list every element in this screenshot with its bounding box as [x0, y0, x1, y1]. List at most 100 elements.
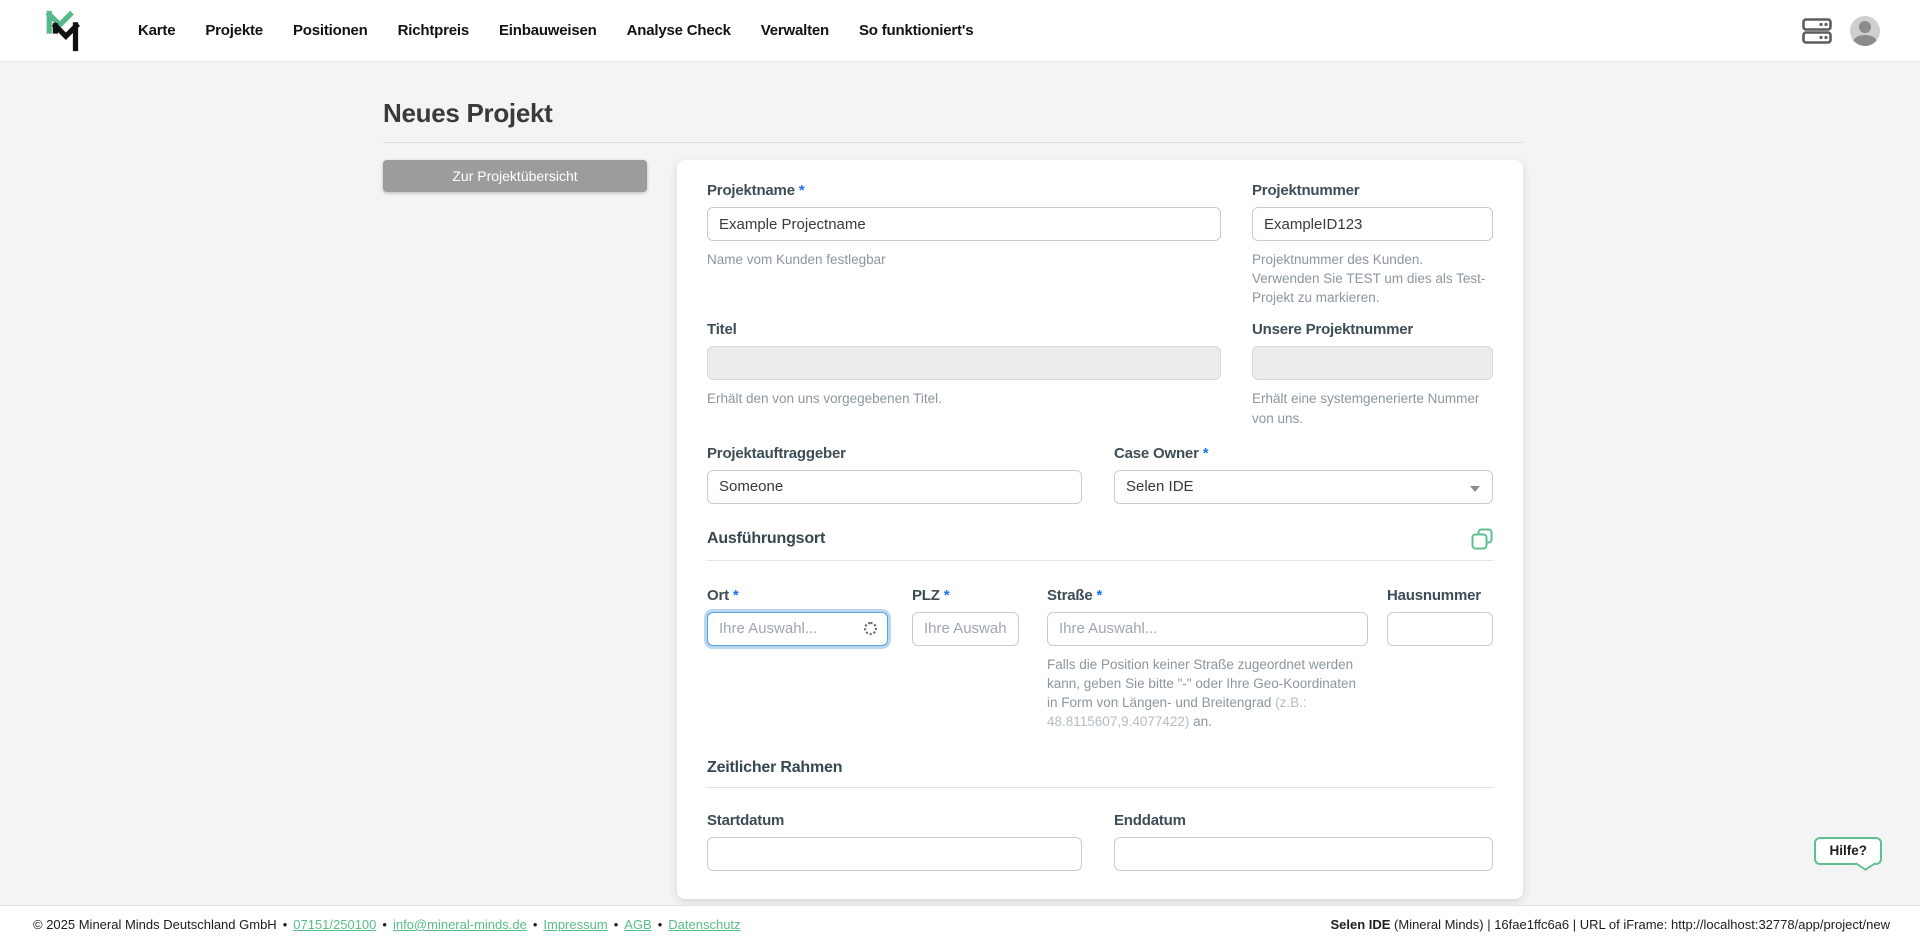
- form-row-auftraggeber-owner: Projektauftraggeber Case Owner* Selen ID…: [707, 445, 1493, 504]
- nav-item-karte[interactable]: Karte: [138, 22, 175, 39]
- required-asterisk: *: [1203, 445, 1209, 462]
- startdatum-input[interactable]: [707, 837, 1082, 871]
- title-divider: [383, 142, 1523, 143]
- form-row-address: Ort* PLZ* Straße* Falls die Position kei…: [707, 587, 1493, 732]
- datenschutz-link[interactable]: Datenschutz: [668, 917, 740, 932]
- projektnummer-label: Projektnummer: [1252, 182, 1493, 200]
- required-asterisk: *: [799, 182, 805, 199]
- form-row-dates: Startdatum Enddatum: [707, 812, 1493, 871]
- new-project-form-card: Projektname* Name vom Kunden festlegbar …: [677, 160, 1523, 899]
- footer-separator: •: [382, 917, 387, 932]
- field-plz: PLZ*: [912, 587, 1019, 646]
- session-user: Selen IDE: [1330, 917, 1390, 932]
- topbar-right: [1802, 16, 1880, 46]
- case-owner-selected-value: Selen IDE: [1126, 478, 1194, 495]
- titel-input: [707, 346, 1221, 380]
- mineral-minds-logo[interactable]: [44, 7, 86, 55]
- nav-item-so-funktionierts[interactable]: So funktioniert's: [859, 22, 973, 39]
- footer-separator: •: [614, 917, 619, 932]
- footer-separator: •: [658, 917, 663, 932]
- field-projektname: Projektname* Name vom Kunden festlegbar: [707, 182, 1221, 269]
- chevron-down-icon: [1470, 486, 1480, 492]
- projektauftraggeber-label: Projektauftraggeber: [707, 445, 1082, 463]
- main-content: Neues Projekt Zur Projektübersicht Proje…: [383, 61, 1523, 942]
- footer: © 2025 Mineral Minds Deutschland GmbH • …: [0, 905, 1920, 943]
- email-link[interactable]: info@mineral-minds.de: [393, 917, 527, 932]
- ort-label: Ort*: [707, 587, 888, 605]
- avatar-shoulders: [1853, 35, 1877, 46]
- nav-item-positionen[interactable]: Positionen: [293, 22, 368, 39]
- field-unsere-projektnummer: Unsere Projektnummer Erhält eine systemg…: [1252, 321, 1493, 427]
- plz-label-text: PLZ: [912, 587, 940, 604]
- strasse-input[interactable]: [1047, 612, 1368, 646]
- field-ort: Ort*: [707, 587, 888, 646]
- unsere-projektnummer-hint: Erhält eine systemgenerierte Nummer von …: [1252, 389, 1493, 427]
- field-projektnummer: Projektnummer Projektnummer des Kunden. …: [1252, 182, 1493, 307]
- session-details: (Mineral Minds) | 16fae1ffc6a6 | URL of …: [1390, 917, 1890, 932]
- user-avatar-icon[interactable]: [1850, 16, 1880, 46]
- loading-spinner-icon: [864, 622, 877, 635]
- strasse-hint-end: an.: [1189, 714, 1212, 729]
- top-navigation-bar: Karte Projekte Positionen Richtpreis Ein…: [0, 0, 1920, 61]
- nav-item-analyse-check[interactable]: Analyse Check: [627, 22, 731, 39]
- required-asterisk: *: [944, 587, 950, 604]
- left-column: Zur Projektübersicht: [383, 160, 647, 192]
- strasse-hint-text: Falls die Position keiner Straße zugeord…: [1047, 657, 1356, 710]
- help-button[interactable]: Hilfe?: [1814, 837, 1882, 865]
- footer-session-info: Selen IDE (Mineral Minds) | 16fae1ffc6a6…: [1330, 917, 1890, 932]
- required-asterisk: *: [733, 587, 739, 604]
- hausnummer-label: Hausnummer: [1387, 587, 1493, 605]
- copy-icon[interactable]: [1471, 528, 1493, 550]
- footer-separator: •: [283, 917, 288, 932]
- titel-label: Titel: [707, 321, 1221, 339]
- projektname-input[interactable]: [707, 207, 1221, 241]
- projektname-hint: Name vom Kunden festlegbar: [707, 250, 1221, 269]
- case-owner-select[interactable]: Selen IDE: [1114, 470, 1493, 504]
- field-hausnummer: Hausnummer: [1387, 587, 1493, 646]
- required-asterisk: *: [1097, 587, 1103, 604]
- ort-input[interactable]: [707, 612, 888, 646]
- section-ausfuehrungsort: Ausführungsort: [707, 528, 1493, 561]
- nav-item-einbauweisen[interactable]: Einbauweisen: [499, 22, 597, 39]
- unsere-projektnummer-label: Unsere Projektnummer: [1252, 321, 1493, 339]
- form-row-titel-unsere-nummer: Titel Erhält den von uns vorgegebenen Ti…: [707, 321, 1493, 427]
- nav-item-projekte[interactable]: Projekte: [205, 22, 263, 39]
- field-enddatum: Enddatum: [1114, 812, 1493, 871]
- field-titel: Titel Erhält den von uns vorgegebenen Ti…: [707, 321, 1221, 408]
- startdatum-label: Startdatum: [707, 812, 1082, 830]
- server-rack-icon[interactable]: [1802, 18, 1832, 44]
- main-nav: Karte Projekte Positionen Richtpreis Ein…: [138, 22, 973, 39]
- titel-hint: Erhält den von uns vorgegebenen Titel.: [707, 389, 1221, 408]
- ausfuehrungsort-title: Ausführungsort: [707, 530, 825, 548]
- unsere-projektnummer-input: [1252, 346, 1493, 380]
- field-projektauftraggeber: Projektauftraggeber: [707, 445, 1082, 504]
- footer-left: © 2025 Mineral Minds Deutschland GmbH • …: [33, 917, 741, 932]
- zeitlicher-rahmen-title: Zeitlicher Rahmen: [707, 759, 842, 777]
- page-title: Neues Projekt: [383, 98, 1523, 129]
- enddatum-label: Enddatum: [1114, 812, 1493, 830]
- strasse-label: Straße*: [1047, 587, 1368, 605]
- enddatum-input[interactable]: [1114, 837, 1493, 871]
- ort-input-wrap: [707, 612, 888, 646]
- copyright-text: © 2025 Mineral Minds Deutschland GmbH: [33, 917, 277, 932]
- plz-label: PLZ*: [912, 587, 1019, 605]
- phone-link[interactable]: 07151/250100: [293, 917, 376, 932]
- plz-input[interactable]: [912, 612, 1019, 646]
- agb-link[interactable]: AGB: [624, 917, 651, 932]
- impressum-link[interactable]: Impressum: [543, 917, 607, 932]
- zur-projektuebersicht-button[interactable]: Zur Projektübersicht: [383, 160, 647, 192]
- field-case-owner: Case Owner* Selen IDE: [1114, 445, 1493, 504]
- nav-item-richtpreis[interactable]: Richtpreis: [398, 22, 469, 39]
- projektname-label: Projektname*: [707, 182, 1221, 200]
- ort-label-text: Ort: [707, 587, 729, 604]
- nav-item-verwalten[interactable]: Verwalten: [761, 22, 829, 39]
- projektauftraggeber-input[interactable]: [707, 470, 1082, 504]
- content-row: Zur Projektübersicht Projektname* Name v…: [383, 160, 1523, 899]
- avatar-head: [1859, 21, 1871, 33]
- projektnummer-hint: Projektnummer des Kunden. Verwenden Sie …: [1252, 250, 1493, 307]
- form-row-name-number: Projektname* Name vom Kunden festlegbar …: [707, 182, 1493, 307]
- case-owner-label-text: Case Owner: [1114, 445, 1199, 462]
- strasse-hint: Falls die Position keiner Straße zugeord…: [1047, 655, 1368, 732]
- projektnummer-input[interactable]: [1252, 207, 1493, 241]
- hausnummer-input[interactable]: [1387, 612, 1493, 646]
